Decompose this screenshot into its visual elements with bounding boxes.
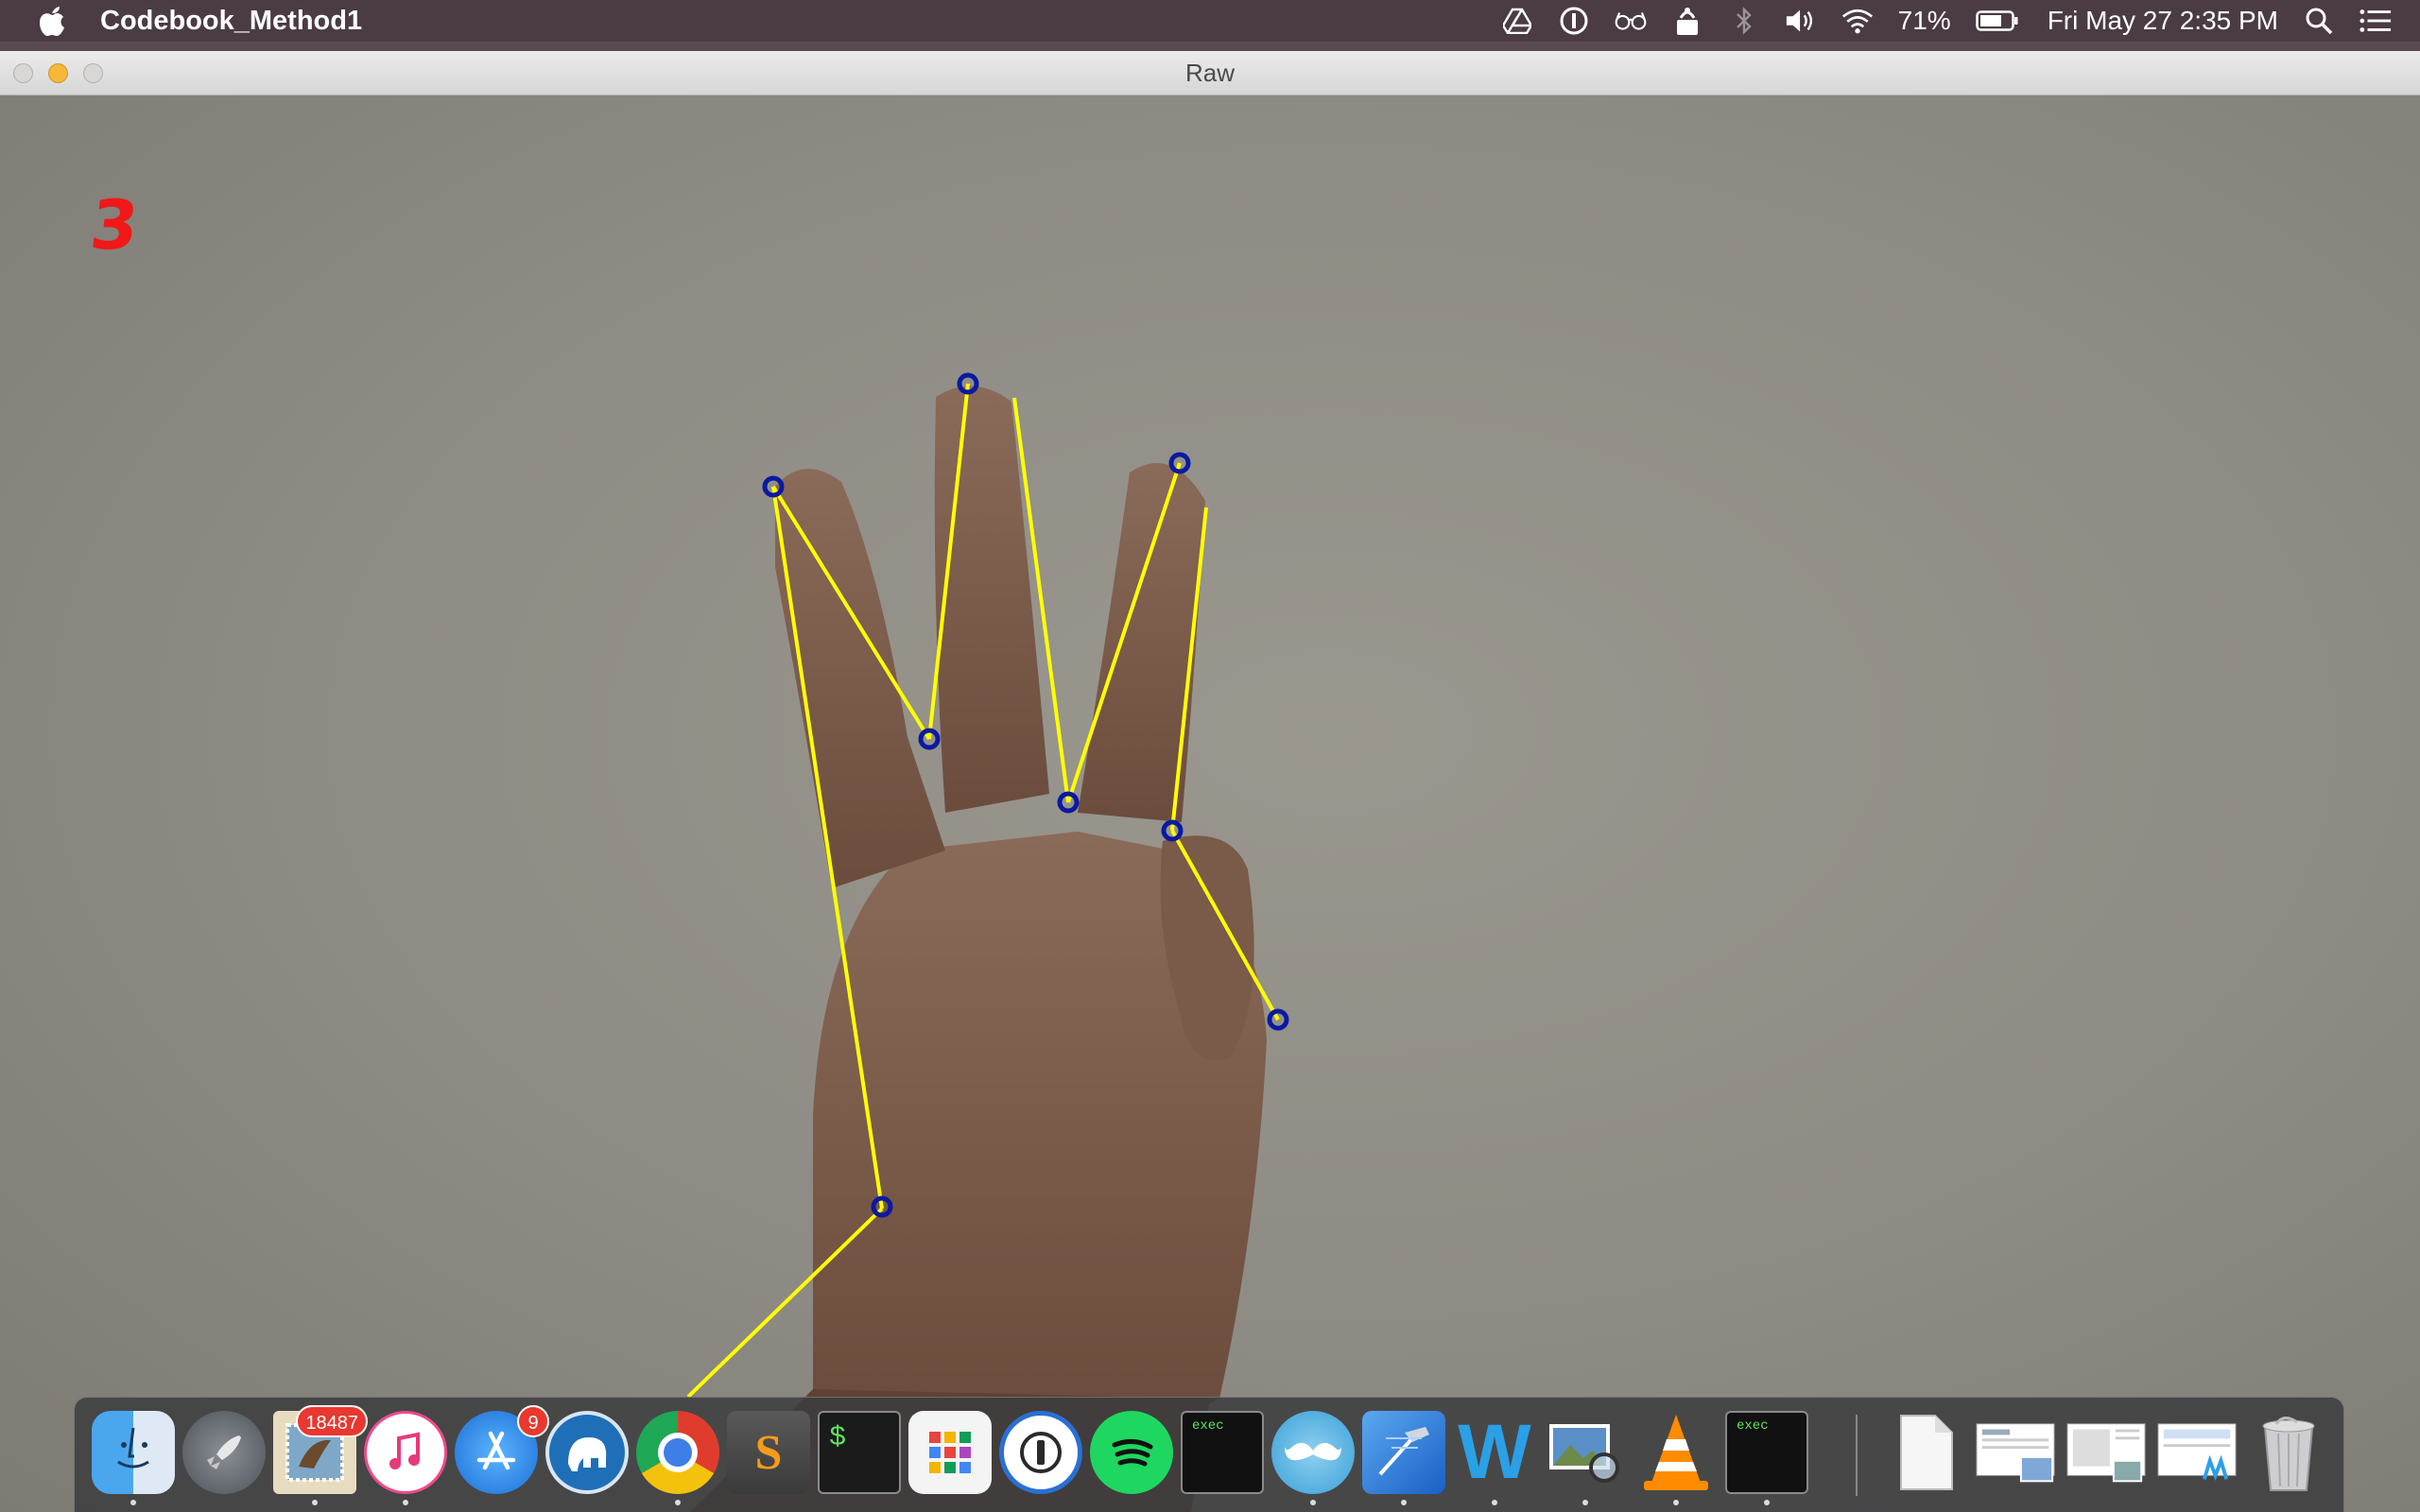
battery-percent[interactable]: 71% [1898, 6, 1951, 36]
airdrop-icon[interactable] [1671, 5, 1703, 37]
window-titlebar[interactable]: Raw [0, 51, 2420, 95]
running-indicator [1492, 1500, 1497, 1505]
dock-trash[interactable] [2247, 1411, 2330, 1494]
dock-launchpad[interactable] [182, 1411, 266, 1494]
screenshot-stack-icon [1976, 1423, 2055, 1483]
document-icon [1900, 1415, 1953, 1490]
dock-exec-2[interactable]: exec [1725, 1411, 1808, 1494]
running-indicator [1401, 1500, 1407, 1505]
dock-stack-documents[interactable] [2066, 1411, 2149, 1494]
apple-icon[interactable] [38, 5, 66, 37]
battery-icon[interactable] [1975, 5, 2019, 37]
chrome-icon [658, 1433, 698, 1472]
dock-stack-downloads[interactable] [2156, 1411, 2239, 1494]
word-icon: W [1458, 1409, 1531, 1495]
dock-finder[interactable] [92, 1411, 175, 1494]
hand [690, 386, 1267, 1512]
hand-contour-overlay [686, 372, 1289, 1512]
app-store-badge: 9 [517, 1405, 549, 1437]
glasses-icon[interactable] [1615, 5, 1647, 37]
document-stack-icon [2066, 1423, 2146, 1483]
app-store-icon [476, 1431, 516, 1470]
menu-bar: Codebook_Method1 71% Fri May 27 2:35 PM [0, 0, 2420, 42]
menubar-clock[interactable]: Fri May 27 2:35 PM [2048, 6, 2278, 36]
dock-vlc[interactable] [1634, 1411, 1718, 1494]
dock-separator [1856, 1415, 1858, 1496]
running-indicator [1673, 1500, 1679, 1505]
dock-stack-screenshots[interactable] [1975, 1411, 2058, 1494]
window-title: Raw [1184, 59, 1235, 87]
running-indicator [1310, 1500, 1316, 1505]
dock-mail[interactable]: 18487 [273, 1405, 368, 1494]
sublime-text-icon: S [754, 1425, 783, 1480]
dock-app-store[interactable]: 9 [455, 1405, 549, 1494]
exec-label: exec [1737, 1418, 1769, 1434]
google-drive-icon[interactable] [1501, 5, 1533, 37]
elephant-icon [568, 1437, 607, 1471]
dock-terminal[interactable]: $ [818, 1411, 901, 1494]
terminal-icon: $ [829, 1422, 847, 1454]
bluetooth-icon[interactable] [1728, 5, 1760, 37]
raw-window: Raw 3 [0, 51, 2420, 1512]
notification-center-icon[interactable] [2360, 5, 2392, 37]
dock-mustache-app[interactable] [1271, 1411, 1355, 1494]
preview-photos-icon [1549, 1424, 1619, 1483]
spotify-icon [1112, 1439, 1153, 1467]
dock-chrome[interactable] [636, 1411, 719, 1494]
dock-xcode[interactable] [1362, 1411, 1445, 1494]
spotlight-search-icon[interactable] [2303, 5, 2335, 37]
running-indicator [403, 1500, 408, 1505]
1password-icon[interactable] [1558, 5, 1590, 37]
running-indicator [1582, 1500, 1588, 1505]
camera-feed: 3 [0, 95, 2420, 1512]
1password-keyhole-icon [1020, 1432, 1062, 1473]
dock: 18487 9 S $ exec W exec [74, 1397, 2344, 1512]
app-grid-icon [929, 1432, 971, 1473]
dock-launchpad-grid[interactable] [908, 1411, 992, 1494]
running-indicator [675, 1500, 681, 1505]
mustache-icon [1285, 1442, 1341, 1461]
mail-badge: 18487 [296, 1405, 368, 1437]
wifi-icon[interactable] [1841, 5, 1874, 37]
vlc-cone-icon [1644, 1415, 1708, 1490]
running-indicator [130, 1500, 136, 1505]
volume-icon[interactable] [1785, 5, 1817, 37]
running-indicator [312, 1500, 318, 1505]
finger-count-label: 3 [86, 185, 143, 265]
finder-icon [117, 1427, 149, 1469]
dock-document[interactable] [1884, 1411, 1967, 1494]
dock-spotify[interactable] [1090, 1411, 1173, 1494]
dock-preview[interactable] [1544, 1411, 1627, 1494]
music-note-icon [389, 1432, 420, 1469]
running-indicator [1764, 1500, 1770, 1505]
exec-label: exec [1192, 1418, 1224, 1434]
dock-sublime-text[interactable]: S [727, 1411, 810, 1494]
active-app-name[interactable]: Codebook_Method1 [100, 6, 362, 37]
rocket-icon [207, 1435, 241, 1469]
dock-itunes[interactable] [364, 1411, 447, 1494]
hammer-icon [1378, 1427, 1429, 1476]
dock-1password[interactable] [999, 1411, 1082, 1494]
downloads-stack-icon [2157, 1423, 2237, 1482]
dock-exec-1[interactable]: exec [1181, 1411, 1264, 1494]
trash-icon [2262, 1417, 2315, 1491]
dock-mamp[interactable] [545, 1411, 629, 1494]
dock-word[interactable]: W [1453, 1409, 1536, 1495]
